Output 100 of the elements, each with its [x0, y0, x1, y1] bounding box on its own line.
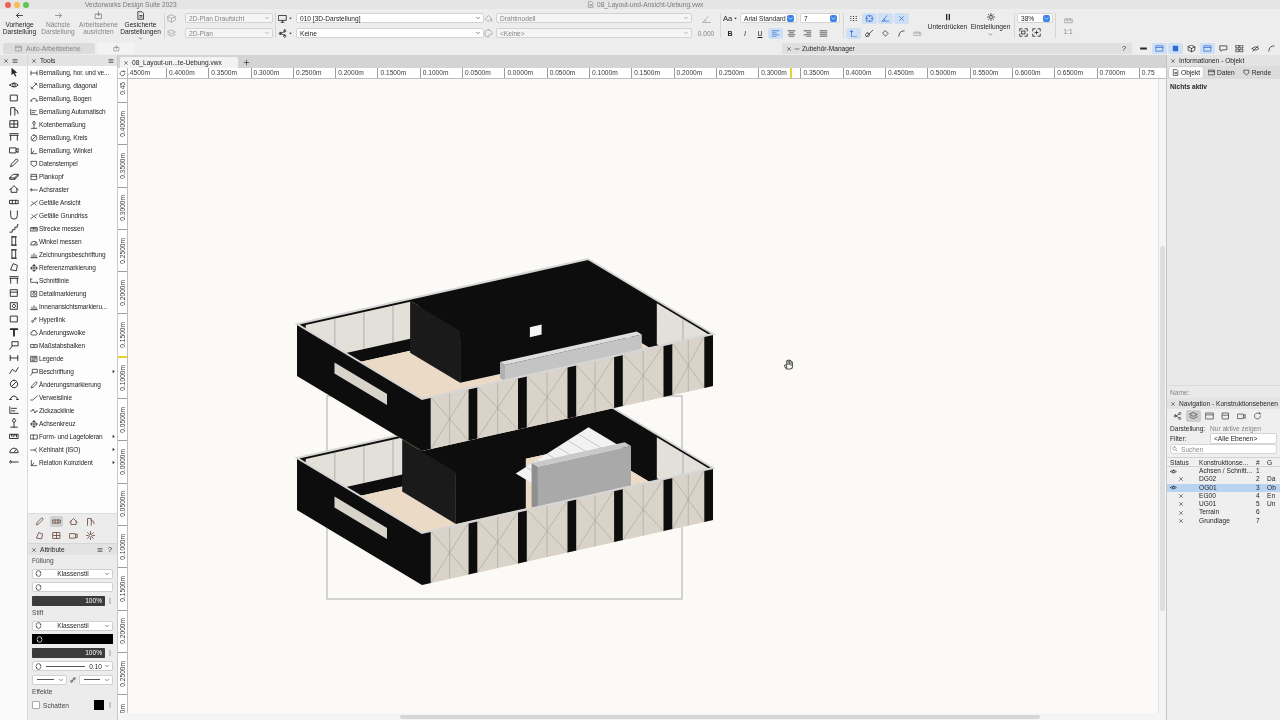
zigzag-icon [30, 406, 38, 415]
callout-icon[interactable] [8, 340, 19, 350]
circle-slash-icon[interactable] [8, 379, 19, 389]
corner-icon [30, 458, 38, 467]
corner-icon [30, 146, 38, 155]
dimension-icon [30, 68, 38, 77]
tray-arrow-icon [112, 45, 120, 52]
pencil-icon[interactable] [33, 516, 46, 527]
window-icon[interactable] [8, 119, 19, 129]
axis-lines-icon[interactable] [8, 405, 19, 415]
chevron-down-icon [787, 14, 794, 22]
submenu-arrow-icon [111, 460, 116, 465]
angle-icon[interactable] [878, 12, 893, 24]
leader-line-icon [30, 393, 38, 402]
wall-icon[interactable] [8, 197, 19, 207]
drawing-canvas[interactable] [128, 79, 1158, 713]
window-icon[interactable] [50, 530, 63, 541]
submenu-arrow-icon [111, 434, 116, 439]
legend-icon [30, 354, 38, 363]
pause-icon [943, 13, 952, 21]
document-icon [587, 1, 594, 8]
shadow-checkbox[interactable] [32, 701, 40, 709]
dot-line-icon[interactable] [8, 457, 19, 467]
polyline-icon[interactable] [8, 366, 19, 376]
pin-icon[interactable] [8, 418, 19, 428]
text-tool-icon[interactable] [8, 327, 19, 337]
close-icon[interactable] [123, 59, 129, 66]
u-shape-icon[interactable] [8, 210, 19, 220]
menu-icon[interactable] [12, 57, 18, 64]
refresh-icon[interactable] [119, 69, 126, 77]
caret-icon [288, 30, 293, 36]
scrollbar-thumb[interactable] [1160, 246, 1165, 611]
submenu-arrow-icon [111, 447, 116, 452]
panel-icon[interactable] [1200, 43, 1215, 54]
house-icon[interactable] [8, 184, 19, 194]
monitor-icon[interactable] [278, 13, 287, 23]
arc-icon[interactable] [8, 392, 19, 402]
close-icon[interactable] [31, 546, 37, 553]
rectangle-icon[interactable] [8, 93, 19, 103]
panel-icon[interactable] [1202, 410, 1217, 422]
plus-icon[interactable] [243, 59, 250, 66]
house-icon[interactable] [67, 516, 80, 527]
column-icon[interactable] [8, 249, 19, 259]
layers-icon[interactable] [1186, 410, 1201, 422]
caret-icon [288, 15, 293, 21]
diagonal-line-icon [30, 81, 38, 90]
slab-icon[interactable] [8, 171, 19, 181]
close-icon[interactable] [786, 45, 792, 52]
search-icon [1172, 446, 1178, 452]
share-icon[interactable] [278, 28, 287, 38]
fill-color-field[interactable] [32, 582, 113, 592]
circle-slash-icon [30, 133, 38, 142]
frame-icon[interactable] [8, 288, 19, 298]
settings-icon[interactable] [84, 530, 97, 541]
close-window-icon[interactable] [5, 1, 11, 8]
close-icon[interactable] [1170, 400, 1176, 407]
align-left-icon[interactable] [768, 27, 783, 39]
close-icon[interactable] [3, 57, 9, 64]
camera-icon[interactable] [8, 145, 19, 155]
cross-icon[interactable] [894, 12, 909, 24]
door-icon[interactable] [84, 516, 97, 527]
chevron-down-icon [1043, 14, 1050, 22]
zoom-plus-icon[interactable] [1032, 28, 1041, 37]
shield-icon [30, 159, 38, 168]
polygon-icon[interactable] [8, 262, 19, 272]
camera-icon[interactable] [67, 530, 80, 541]
polygon-icon[interactable] [33, 530, 46, 541]
pencil-icon [30, 380, 38, 389]
link-icon[interactable] [68, 675, 77, 684]
swatch-icon[interactable] [94, 700, 104, 710]
panel-icon [1208, 69, 1216, 76]
cursor-marker [118, 356, 127, 358]
menu-icon[interactable] [97, 546, 104, 553]
axis-corner-icon[interactable] [846, 27, 861, 39]
horizontal-scrollbar[interactable] [118, 713, 1166, 720]
filled-square-icon[interactable] [1167, 43, 1183, 54]
crosshair-icon [30, 263, 38, 272]
caret-icon [733, 15, 739, 21]
table-icon[interactable] [8, 275, 19, 285]
bar-chart-icon [30, 250, 38, 259]
close-icon[interactable] [1170, 57, 1176, 64]
rectangle-icon[interactable] [8, 314, 19, 324]
stairs-icon[interactable] [8, 223, 19, 233]
column-icon[interactable] [8, 236, 19, 246]
close-icon[interactable] [31, 57, 37, 64]
ruler-icon[interactable] [8, 431, 19, 441]
eye-icon[interactable] [8, 80, 19, 90]
chevron-down-icon [57, 676, 64, 683]
chevron-down-icon [104, 622, 110, 629]
door-icon[interactable] [8, 106, 19, 116]
pencil-icon[interactable] [8, 158, 19, 168]
pen-swatch[interactable] [32, 634, 113, 644]
dimension-icon[interactable] [8, 353, 19, 363]
menu-icon[interactable] [108, 57, 114, 64]
snap-box-icon[interactable] [862, 12, 877, 24]
zoom-fit-icon[interactable] [1019, 28, 1028, 37]
line-style-dropdown[interactable] [32, 674, 67, 685]
line-style-dropdown[interactable] [78, 674, 113, 685]
tray-arrow-icon [94, 11, 103, 20]
table-icon[interactable] [8, 132, 19, 142]
